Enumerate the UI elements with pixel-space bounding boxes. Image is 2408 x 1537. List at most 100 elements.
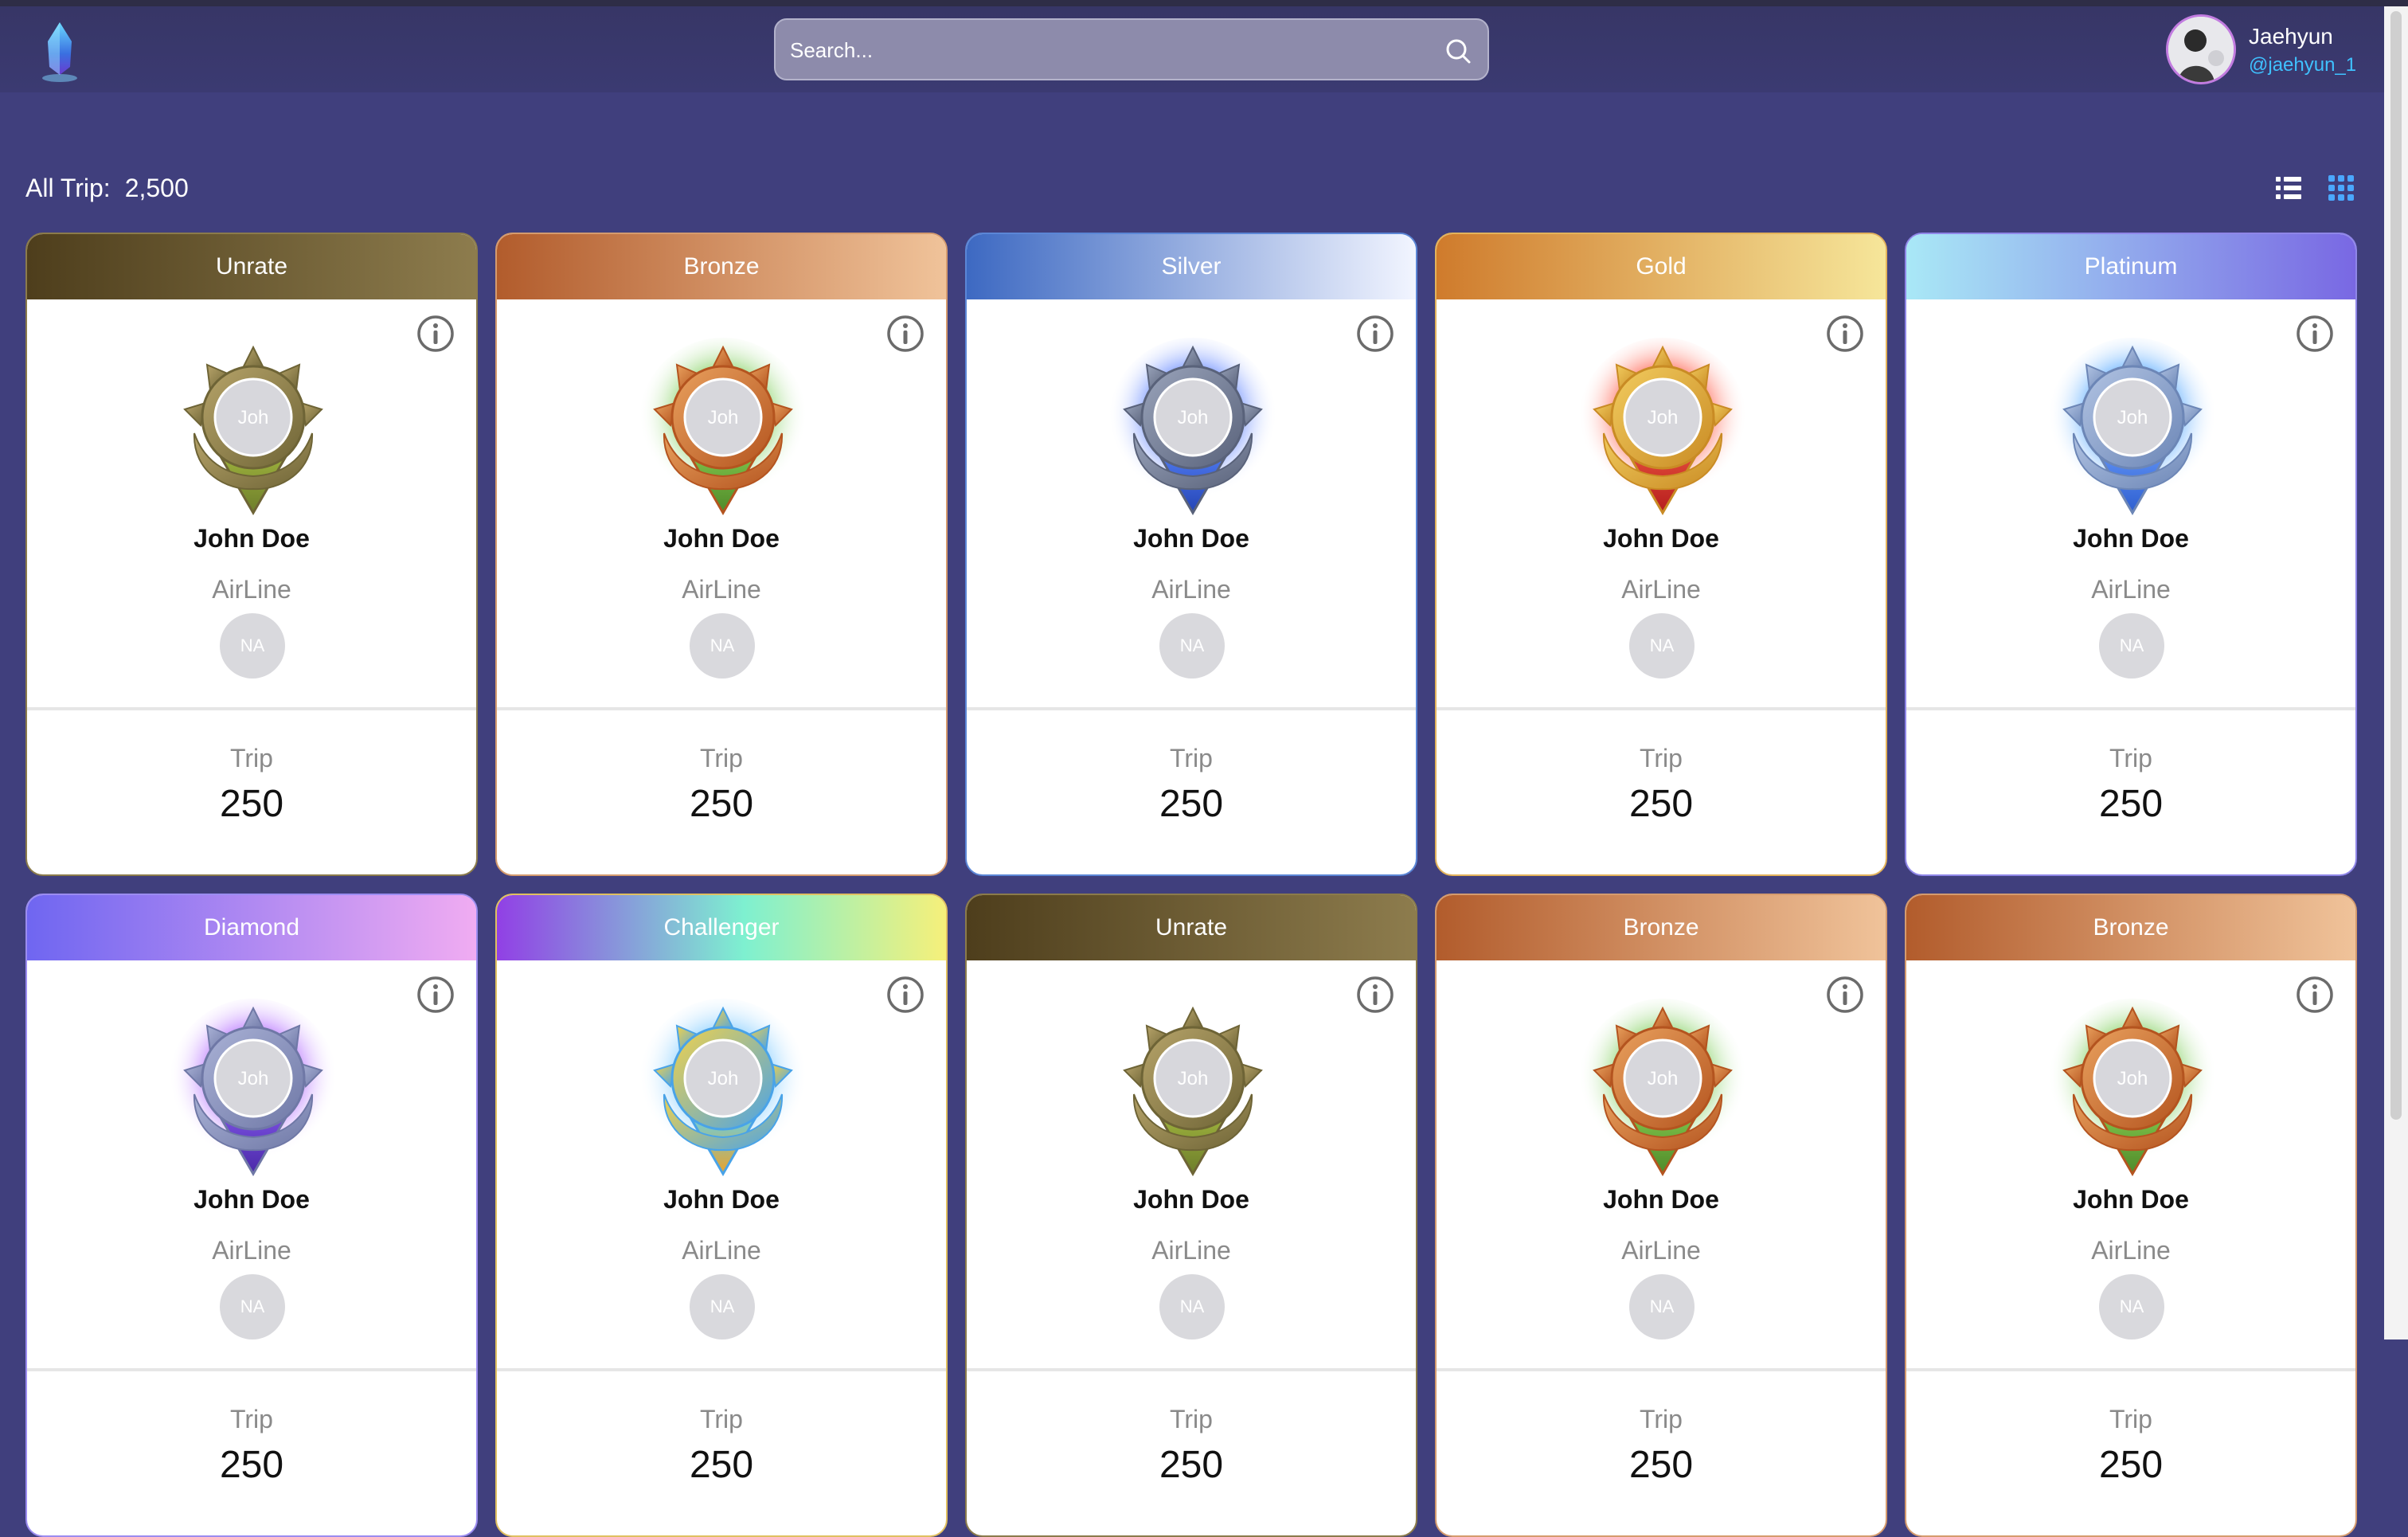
card-person-name: John Doe	[2073, 524, 2189, 553]
grid-view-icon[interactable]	[2327, 174, 2355, 202]
trip-label: Trip	[1640, 1405, 1683, 1433]
airline-avatar: NA	[220, 1274, 285, 1339]
info-icon[interactable]	[1355, 975, 1395, 1015]
airline-avatar: NA	[1629, 613, 1695, 679]
card-tier-header: Diamond	[27, 895, 476, 960]
trip-card[interactable]: Unrate Joh John Doe AirLine NA Trip 250	[965, 894, 1417, 1537]
card-person-name: John Doe	[663, 524, 780, 553]
info-icon[interactable]	[416, 314, 455, 354]
user-handle: @jaehyun_1	[2249, 54, 2357, 76]
card-person-name: John Doe	[2073, 1185, 2189, 1214]
card-divider	[967, 707, 1416, 710]
airline-avatar: NA	[220, 613, 285, 679]
card-airline: AirLine	[1621, 575, 1701, 604]
summary-value: 2,500	[124, 174, 189, 202]
card-airline: AirLine	[212, 1236, 291, 1265]
card-tier-header: Unrate	[967, 895, 1416, 960]
card-tier-header: Unrate	[27, 234, 476, 299]
tier-label: Platinum	[2084, 253, 2178, 280]
trip-card[interactable]: Silver Joh John Doe AirLine NA Trip 250	[965, 233, 1417, 876]
card-person-name: John Doe	[1603, 1185, 1719, 1214]
trip-label: Trip	[1170, 1405, 1213, 1433]
tier-label: Silver	[1161, 253, 1222, 280]
trip-value: 250	[689, 783, 754, 825]
search-icon[interactable]	[1443, 36, 1473, 66]
card-person-name: John Doe	[194, 524, 310, 553]
card-airline: AirLine	[1151, 1236, 1231, 1265]
card-airline: AirLine	[212, 575, 291, 604]
trip-value: 250	[1159, 1444, 1224, 1486]
trip-card[interactable]: Challenger Joh John Doe AirLine NA Trip …	[495, 894, 948, 1537]
avatar[interactable]	[2166, 14, 2236, 84]
search-input[interactable]	[788, 20, 1413, 80]
trip-card[interactable]: Diamond Joh John Doe AirLine NA Trip 250	[25, 894, 478, 1537]
card-airline: AirLine	[2091, 575, 2171, 604]
card-tier-header: Platinum	[1906, 234, 2355, 299]
airline-avatar: NA	[1629, 1274, 1695, 1339]
trip-card[interactable]: Platinum Joh John Doe AirLine NA Trip 25…	[1905, 233, 2357, 876]
card-person-name: John Doe	[1603, 524, 1719, 553]
search-bar[interactable]	[774, 18, 1489, 80]
tier-label: Bronze	[683, 253, 760, 280]
card-person-name: John Doe	[1133, 524, 1249, 553]
scrollbar-thumb[interactable]	[2390, 11, 2402, 1120]
trip-card[interactable]: Bronze Joh John Doe AirLine NA Trip 250	[1905, 894, 2357, 1537]
trip-label: Trip	[230, 744, 273, 772]
info-icon[interactable]	[1825, 314, 1865, 354]
card-airline: AirLine	[1151, 575, 1231, 604]
info-icon[interactable]	[1825, 975, 1865, 1015]
tier-label: Diamond	[203, 914, 300, 941]
user-profile[interactable]: Jaehyun @jaehyun_1	[2166, 10, 2389, 89]
card-tier-header: Bronze	[497, 234, 946, 299]
trip-value: 250	[1628, 1444, 1694, 1486]
info-icon[interactable]	[2295, 314, 2335, 354]
trip-card[interactable]: Gold Joh John Doe AirLine NA Trip 250	[1435, 233, 1887, 876]
card-airline: AirLine	[682, 1236, 761, 1265]
tier-label: Challenger	[663, 914, 780, 941]
rank-badge-icon: Joh	[1578, 338, 1747, 515]
rank-badge-icon: Joh	[639, 999, 807, 1176]
user-name: Jaehyun	[2249, 24, 2333, 49]
card-divider	[27, 707, 476, 710]
tier-label: Bronze	[1623, 914, 1699, 941]
tier-label: Unrate	[215, 253, 288, 280]
card-person-name: John Doe	[1133, 1185, 1249, 1214]
crystal-logo-icon[interactable]	[32, 18, 88, 89]
info-icon[interactable]	[885, 314, 925, 354]
top-header: Jaehyun @jaehyun_1	[0, 6, 2384, 92]
trip-card[interactable]: Bronze Joh John Doe AirLine NA Trip 250	[1435, 894, 1887, 1537]
rank-badge-icon: Joh	[169, 999, 338, 1176]
badge-initials: Joh	[2117, 1068, 2148, 1089]
summary-label: All Trip:	[25, 174, 111, 202]
info-icon[interactable]	[2295, 975, 2335, 1015]
rank-badge-icon: Joh	[1578, 999, 1747, 1176]
card-tier-header: Bronze	[1906, 895, 2355, 960]
window-top-strip	[0, 0, 2408, 6]
info-icon[interactable]	[1355, 314, 1395, 354]
card-divider	[1437, 707, 1886, 710]
card-person-name: John Doe	[663, 1185, 780, 1214]
list-view-icon[interactable]	[2274, 174, 2303, 202]
info-icon[interactable]	[885, 975, 925, 1015]
card-airline: AirLine	[1621, 1236, 1701, 1265]
trip-value: 250	[2098, 783, 2164, 825]
rank-badge-icon: Joh	[2048, 999, 2217, 1176]
trip-summary: All Trip: 2,500	[25, 174, 189, 203]
card-divider	[27, 1368, 476, 1371]
card-tier-header: Bronze	[1437, 895, 1886, 960]
trip-card[interactable]: Unrate Joh John Doe AirLine NA Trip 250	[25, 233, 478, 876]
card-divider	[497, 1368, 946, 1371]
airline-avatar: NA	[690, 613, 755, 679]
trip-label: Trip	[700, 1405, 743, 1433]
card-tier-header: Gold	[1437, 234, 1886, 299]
info-icon[interactable]	[416, 975, 455, 1015]
trip-label: Trip	[230, 1405, 273, 1433]
airline-avatar: NA	[1159, 613, 1225, 679]
trip-value: 250	[219, 783, 284, 825]
badge-initials: Joh	[238, 1068, 269, 1089]
tier-label: Unrate	[1155, 914, 1228, 941]
trip-card[interactable]: Bronze Joh John Doe AirLine NA Trip 250	[495, 233, 948, 876]
airline-avatar: NA	[1159, 1274, 1225, 1339]
trip-label: Trip	[1640, 744, 1683, 772]
trip-value: 250	[1628, 783, 1694, 825]
